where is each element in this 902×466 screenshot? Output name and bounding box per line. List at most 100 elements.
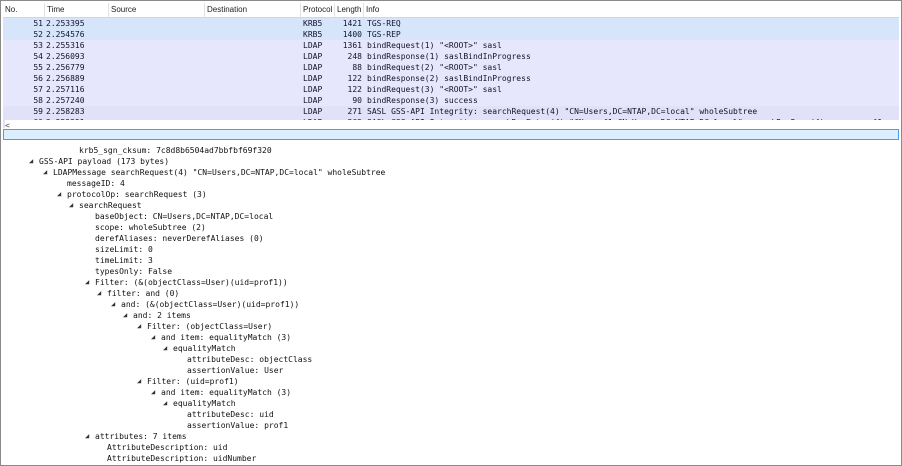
detail-line[interactable]: AttributeDescription: uid [107, 442, 227, 453]
horizontal-scrollbar[interactable] [3, 129, 899, 140]
expand-arrow-icon[interactable]: ◢ [29, 156, 33, 167]
detail-line[interactable]: AttributeDescription: uidNumber [107, 453, 256, 464]
expand-arrow-icon[interactable]: ◢ [111, 299, 115, 310]
expand-arrow-icon[interactable]: ◢ [137, 321, 141, 332]
detail-line[interactable]: ◢ equalityMatch [163, 343, 236, 354]
packet-number: 57 [33, 85, 43, 94]
packet-row[interactable]: 55 2.256779 LDAP 88 bindRequest(2) "<ROOT>" … [3, 62, 899, 73]
detail-text: timeLimit: 3 [95, 256, 153, 265]
detail-line[interactable]: sizeLimit: 0 [95, 244, 153, 255]
packet-protocol: LDAP [303, 107, 323, 116]
packet-number: 51 [33, 19, 43, 28]
packet-number: 53 [33, 41, 43, 50]
column-header-no[interactable]: No. [3, 3, 45, 17]
packet-info: bindRequest(1) "<ROOT>" sasl [367, 41, 502, 50]
expand-arrow-icon[interactable]: ◢ [163, 343, 167, 354]
detail-line[interactable]: ◢ equalityMatch [163, 398, 236, 409]
detail-text: Filter: (&(objectClass=User)(uid=prof1)) [95, 278, 288, 287]
packet-length: 122 [347, 85, 362, 94]
packet-row[interactable]: 58 2.257240 LDAP 90 bindResponse(3) success [3, 95, 899, 106]
packet-row[interactable]: 57 2.257116 LDAP 122 bindRequest(3) "<ROOT>"… [3, 84, 899, 95]
detail-line[interactable]: ◢ Filter: (&(objectClass=User)(uid=prof1)… [85, 277, 288, 288]
detail-line[interactable]: scope: wholeSubtree (2) [95, 222, 206, 233]
expand-arrow-icon[interactable]: ◢ [69, 200, 73, 211]
column-header-length[interactable]: Length [335, 3, 364, 17]
detail-text: sizeLimit: 0 [95, 245, 153, 254]
detail-text: AttributeDescription: uidNumber [107, 454, 257, 463]
expand-arrow-icon[interactable]: ◢ [85, 277, 89, 288]
detail-text: attributeDesc: uid [187, 410, 274, 419]
wireshark-window: No. Time Source Destination Protocol Len… [0, 0, 902, 466]
detail-text: equalityMatch [173, 344, 236, 353]
packet-length: 1361 [342, 41, 362, 50]
packet-length: 90 [352, 96, 362, 105]
detail-line[interactable]: timeLimit: 3 [95, 255, 153, 266]
detail-line[interactable]: assertionValue: User [187, 365, 283, 376]
expand-arrow-icon[interactable]: ◢ [163, 398, 167, 409]
packet-number: 54 [33, 52, 43, 61]
detail-text: attributeDesc: objectClass [187, 355, 313, 364]
detail-line[interactable]: ◢ and item: equalityMatch (3) [151, 387, 292, 398]
expand-arrow-icon[interactable]: ◢ [97, 288, 101, 299]
detail-line[interactable]: ◢ attributes: 7 items [85, 431, 187, 442]
column-header-time[interactable]: Time [45, 3, 109, 17]
detail-text: Filter: (objectClass=User) [147, 322, 273, 331]
expand-arrow-icon[interactable]: ◢ [57, 189, 61, 200]
packet-time: 2.256093 [46, 52, 85, 61]
detail-text: and: (&(objectClass=User)(uid=prof1)) [121, 300, 300, 309]
expand-arrow-icon[interactable]: ◢ [85, 431, 89, 442]
packet-protocol: KRB5 [303, 19, 323, 28]
detail-line[interactable]: derefAliases: neverDerefAliases (0) [95, 233, 264, 244]
expand-arrow-icon[interactable]: ◢ [151, 387, 155, 398]
detail-line[interactable]: typesOnly: False [95, 266, 172, 277]
detail-text: attributes: 7 items [95, 432, 187, 441]
detail-text: messageID: 4 [67, 179, 125, 188]
column-header-source[interactable]: Source [109, 3, 205, 17]
expand-arrow-icon[interactable]: ◢ [43, 167, 47, 178]
detail-line[interactable]: baseObject: CN=Users,DC=NTAP,DC=local [95, 211, 273, 222]
column-header-info[interactable]: Info [364, 3, 899, 17]
detail-text: AttributeDescription: uid [107, 443, 228, 452]
packet-info: bindResponse(3) success [367, 96, 478, 105]
detail-line[interactable]: ◢ searchRequest [69, 200, 142, 211]
detail-line[interactable]: ◢ and: (&(objectClass=User)(uid=prof1)) [111, 299, 300, 310]
column-header-destination[interactable]: Destination [205, 3, 301, 17]
expand-arrow-icon[interactable]: ◢ [123, 310, 127, 321]
packet-row[interactable]: 51 2.253395 KRB5 1421 TGS-REQ [3, 18, 899, 29]
detail-text: searchRequest [79, 201, 142, 210]
detail-line[interactable]: assertionValue: prof1 [187, 420, 288, 431]
column-header-protocol[interactable]: Protocol [301, 3, 335, 17]
packet-row[interactable]: 54 2.256093 LDAP 248 bindResponse(1) saslBin… [3, 51, 899, 62]
detail-line[interactable]: krb5_sgn_cksum: 7c8d8b6504ad7bbfbf69f320 [79, 145, 272, 156]
detail-line[interactable]: ◢ and item: equalityMatch (3) [151, 332, 291, 343]
detail-text: and item: equalityMatch (3) [161, 388, 292, 397]
detail-line[interactable]: ◢ GSS-API payload (173 bytes) [29, 156, 169, 167]
packet-info: TGS-REP [367, 30, 401, 39]
detail-text: Filter: (uid=prof1) [147, 377, 239, 386]
packet-row[interactable]: 56 2.256889 LDAP 122 bindResponse(2) saslBin… [3, 73, 899, 84]
packet-length: 1421 [342, 19, 362, 28]
packet-info: bindRequest(3) "<ROOT>" sasl [367, 85, 502, 94]
detail-line[interactable]: attributeDesc: uid [187, 409, 274, 420]
detail-text: assertionValue: prof1 [187, 421, 289, 430]
expand-arrow-icon[interactable]: ◢ [137, 376, 141, 387]
packet-row[interactable]: 59 2.258283 LDAP 271 SASL GSS-API Integrity:… [3, 106, 899, 117]
detail-line[interactable]: ◢ Filter: (uid=prof1) [137, 376, 239, 387]
detail-line[interactable]: attributeDesc: objectClass [187, 354, 312, 365]
packet-list-header: No. Time Source Destination Protocol Len… [3, 3, 899, 18]
packet-info: SASL GSS-API Integrity: searchRequest(4)… [367, 107, 758, 116]
detail-line[interactable]: ◢ Filter: (objectClass=User) [137, 321, 273, 332]
detail-text: krb5_sgn_cksum: 7c8d8b6504ad7bbfbf69f320 [79, 146, 272, 155]
packet-number: 59 [33, 107, 43, 116]
detail-line[interactable]: ◢ protocolOp: searchRequest (3) [57, 189, 207, 200]
detail-line[interactable]: ◢ filter: and (0) [97, 288, 179, 299]
packet-length: 271 [347, 107, 362, 116]
packet-row[interactable]: 53 2.255316 LDAP 1361 bindRequest(1) "<ROOT>… [3, 40, 899, 51]
packet-row[interactable]: 52 2.254576 KRB5 1400 TGS-REP [3, 29, 899, 40]
detail-text: assertionValue: User [187, 366, 284, 375]
detail-line[interactable]: messageID: 4 [67, 178, 125, 189]
expand-arrow-icon[interactable]: ◢ [151, 332, 155, 343]
packet-protocol: KRB5 [303, 30, 323, 39]
detail-line[interactable]: ◢ LDAPMessage searchRequest(4) "CN=Users,… [43, 167, 385, 178]
detail-line[interactable]: ◢ and: 2 items [123, 310, 191, 321]
